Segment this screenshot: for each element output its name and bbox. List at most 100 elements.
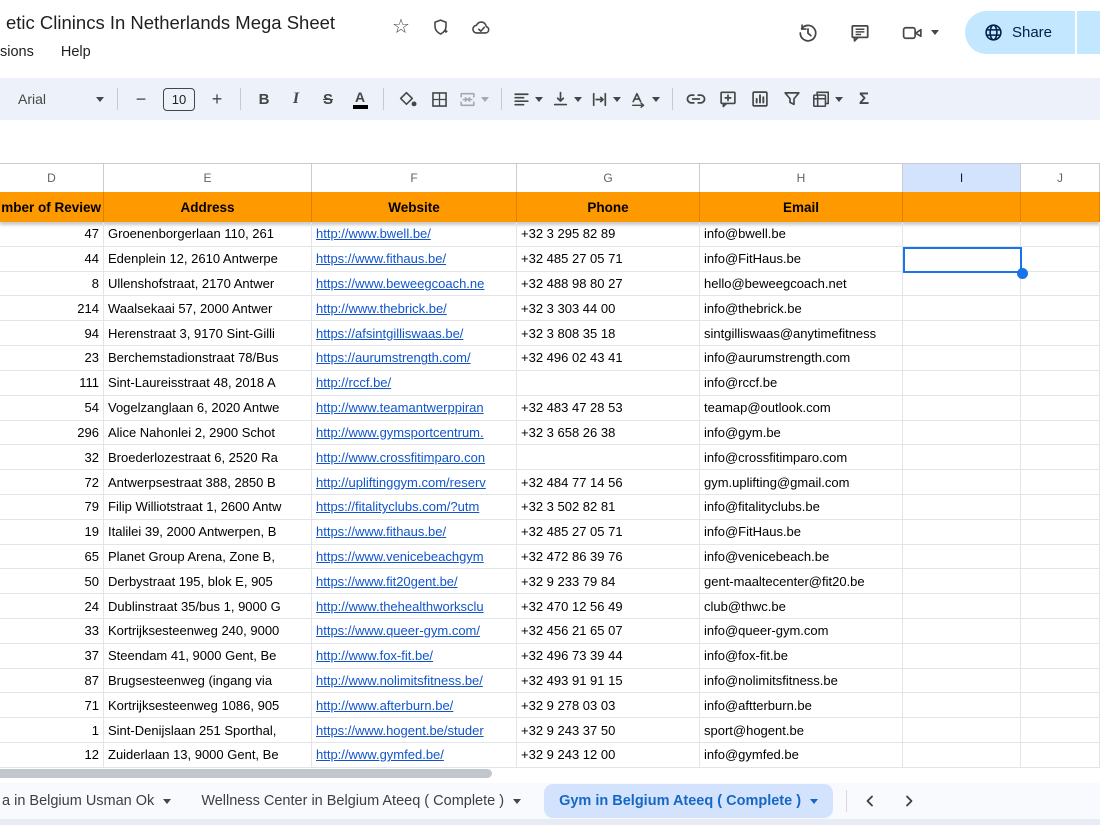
cell-address[interactable]: Planet Group Arena, Zone B, [104, 544, 312, 570]
cell-website[interactable]: http://www.crossfitimparo.con [312, 445, 517, 471]
cell-empty[interactable] [903, 346, 1021, 371]
tab-menu-caret[interactable] [163, 798, 172, 804]
cell-address[interactable]: Alice Nahonlei 2, 2900 Schot [104, 420, 312, 446]
cell-address[interactable]: Dublinstraat 35/bus 1, 9000 G [104, 594, 312, 619]
star-icon[interactable]: ☆ [392, 17, 410, 37]
cell-empty[interactable] [903, 619, 1021, 644]
cell-reviews[interactable]: 111 [0, 370, 104, 396]
cell-phone[interactable]: +32 3 303 44 00 [517, 296, 700, 322]
vertical-align-button[interactable] [548, 85, 587, 113]
cell-address[interactable]: Derbystraat 195, blok E, 905 [104, 569, 312, 595]
cell-empty[interactable] [1021, 693, 1100, 719]
cell-reviews[interactable]: 19 [0, 519, 104, 545]
cloud-saved-icon[interactable] [471, 19, 492, 36]
cell-email[interactable]: info@crossfitimparo.com [700, 445, 903, 471]
cell-email[interactable]: sport@hogent.be [700, 718, 903, 744]
cell-empty[interactable] [903, 569, 1021, 595]
cell-empty[interactable] [1021, 544, 1100, 570]
fill-handle[interactable] [1017, 267, 1028, 279]
cell-address[interactable]: Zuiderlaan 13, 9000 Gent, Be [104, 743, 312, 768]
cell-website[interactable]: https://www.venicebeachgym [312, 544, 517, 570]
italic-button[interactable]: I [280, 85, 312, 113]
cell-empty[interactable] [1021, 494, 1100, 520]
table-views-button[interactable] [808, 85, 848, 113]
cell-phone[interactable]: +32 9 278 03 03 [517, 693, 700, 719]
cell-empty[interactable] [1021, 222, 1100, 247]
cell-phone[interactable]: +32 485 27 05 71 [517, 519, 700, 545]
cell-phone[interactable]: +32 493 91 91 15 [517, 668, 700, 694]
cell-address[interactable]: Herenstraat 3, 9170 Sint-Gilli [104, 321, 312, 347]
cell-empty[interactable] [903, 718, 1021, 744]
cell-empty[interactable] [1021, 743, 1100, 768]
cell-address[interactable]: Sint-Laureisstraat 48, 2018 A [104, 370, 312, 396]
cell-empty[interactable] [903, 470, 1021, 495]
cell-email[interactable]: hello@beweegcoach.net [700, 271, 903, 297]
cell-address[interactable]: Italilei 39, 2000 Antwerpen, B [104, 519, 312, 545]
cell-email[interactable]: info@rccf.be [700, 370, 903, 396]
cell-phone[interactable]: +32 3 808 35 18 [517, 321, 700, 347]
cell-empty[interactable] [903, 296, 1021, 322]
cell-empty[interactable] [903, 445, 1021, 471]
cell-email[interactable]: info@bwell.be [700, 222, 903, 247]
cell-address[interactable]: Brugsesteenweg (ingang via [104, 668, 312, 694]
cell-website[interactable]: http://www.teamantwerppiran [312, 395, 517, 421]
strikethrough-button[interactable]: S [312, 85, 344, 113]
comments-icon[interactable] [849, 22, 871, 44]
header-cell[interactable]: mber of Review [0, 192, 104, 222]
header-cell[interactable] [903, 192, 1021, 222]
header-cell[interactable] [1021, 192, 1100, 222]
cell-reviews[interactable]: 54 [0, 395, 104, 421]
cell-website[interactable]: http://rccf.be/ [312, 370, 517, 396]
create-filter-button[interactable] [776, 85, 808, 113]
approvals-shield-icon[interactable] [431, 18, 450, 37]
cell-phone[interactable] [517, 445, 700, 471]
cell-address[interactable]: Broederlozestraat 6, 2520 Ra [104, 445, 312, 471]
cell-email[interactable]: info@gymfed.be [700, 743, 903, 768]
header-cell[interactable]: Website [312, 192, 517, 222]
cell-website[interactable]: http://www.afterburn.be/ [312, 693, 517, 719]
cell-reviews[interactable]: 33 [0, 619, 104, 644]
cell-phone[interactable]: +32 9 233 79 84 [517, 569, 700, 595]
cell-reviews[interactable]: 72 [0, 470, 104, 495]
insert-link-button[interactable] [680, 85, 712, 113]
bold-button[interactable]: B [248, 85, 280, 113]
cell-reviews[interactable]: 23 [0, 346, 104, 371]
cell-reviews[interactable]: 296 [0, 420, 104, 446]
cell-empty[interactable] [1021, 246, 1100, 272]
cell-address[interactable]: Steendam 41, 9000 Gent, Be [104, 643, 312, 669]
cell-phone[interactable]: +32 3 502 82 81 [517, 494, 700, 520]
cell-address[interactable]: Vogelzanglaan 6, 2020 Antwe [104, 395, 312, 421]
column-header-E[interactable]: E [104, 164, 312, 192]
cell-website[interactable]: https://fitalityclubs.com/?utm [312, 494, 517, 520]
column-header-D[interactable]: D [0, 164, 104, 192]
cell-reviews[interactable]: 37 [0, 643, 104, 669]
cell-reviews[interactable]: 44 [0, 246, 104, 272]
cell-reviews[interactable]: 214 [0, 296, 104, 322]
cell-empty[interactable] [903, 395, 1021, 421]
cell-address[interactable]: Kortrijksesteenweg 240, 9000 [104, 619, 312, 644]
cell-empty[interactable] [1021, 594, 1100, 619]
meet-dropdown-caret[interactable] [930, 30, 939, 35]
cell-email[interactable]: info@fitalityclubs.be [700, 494, 903, 520]
share-button[interactable]: Share [964, 11, 1100, 54]
tab-menu-caret[interactable] [513, 798, 522, 804]
cell-website[interactable]: http://www.gymsportcentrum. [312, 420, 517, 446]
sheet-tab[interactable]: a in Belgium Usman Ok [0, 783, 186, 819]
cell-email[interactable]: gym.uplifting@gmail.com [700, 470, 903, 495]
document-title[interactable]: etic Clinincs In Netherlands Mega Sheet [6, 12, 335, 34]
text-wrapping-button[interactable] [587, 85, 626, 113]
cell-phone[interactable]: +32 9 243 12 00 [517, 743, 700, 768]
cell-website[interactable]: http://www.gymfed.be/ [312, 743, 517, 768]
cell-phone[interactable]: +32 496 73 39 44 [517, 643, 700, 669]
cell-empty[interactable] [903, 271, 1021, 297]
cell-empty[interactable] [903, 693, 1021, 719]
cell-empty[interactable] [1021, 370, 1100, 396]
cell-empty[interactable] [903, 222, 1021, 247]
cell-phone[interactable]: +32 456 21 65 07 [517, 619, 700, 644]
cell-reviews[interactable]: 79 [0, 494, 104, 520]
cell-website[interactable]: https://aurumstrength.com/ [312, 346, 517, 371]
cell-email[interactable]: info@aftterburn.be [700, 693, 903, 719]
cell-empty[interactable] [903, 420, 1021, 446]
cell-website[interactable]: https://afsintgilliswaas.be/ [312, 321, 517, 347]
cell-phone[interactable]: +32 496 02 43 41 [517, 346, 700, 371]
